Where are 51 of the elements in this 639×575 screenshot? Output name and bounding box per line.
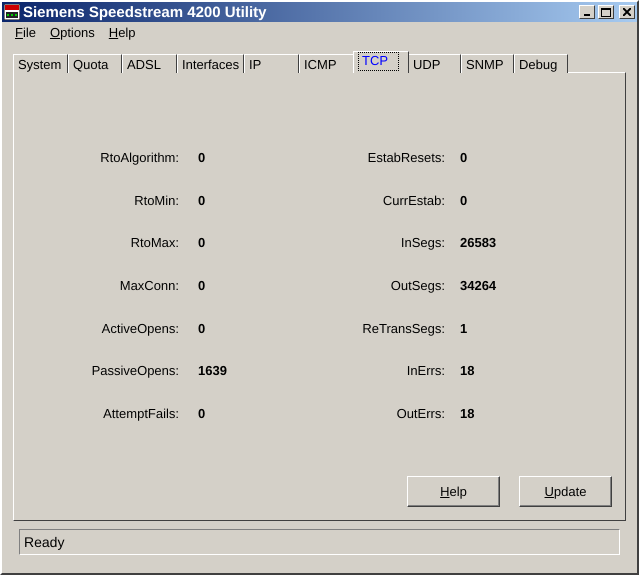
tab[interactable]: ADSL [122,54,177,73]
help-button[interactable]: Help [407,476,500,507]
maximize-icon [601,8,611,16]
status-bar: Ready [19,529,620,555]
maximize-button[interactable] [598,5,614,19]
stat-label: MaxConn: [118,278,179,293]
stat-label: PassiveOpens: [90,363,179,378]
stat-label: AttemptFails: [102,406,179,421]
tab[interactable]: TCP [353,51,409,73]
stat-label: InErrs: [406,363,445,378]
stat-value: 0 [459,150,468,165]
stat-label: EstabResets: [366,150,445,165]
menu-item[interactable]: Help [102,24,143,40]
tab[interactable]: Debug [514,54,568,73]
tab[interactable]: System [13,54,68,73]
stat-value: 0 [197,235,206,250]
close-icon [623,8,631,16]
stat-value: 18 [459,363,476,378]
stat-value: 0 [197,278,206,293]
stat-value: 18 [459,406,476,421]
stat-value: 0 [197,150,206,165]
stat-value: 0 [459,192,468,208]
stat-label: CurrEstab: [382,192,445,208]
tab[interactable]: Quota [68,54,122,73]
stat-label: ActiveOpens: [100,320,179,336]
stat-value: 1 [459,320,468,336]
tab[interactable]: SNMP [461,54,514,73]
tab[interactable]: ICMP [299,54,354,73]
tab[interactable]: UDP [408,54,461,73]
stat-label: RtoAlgorithm: [99,150,179,165]
window-title: Siemens Speedstream 4200 Utility [23,4,268,20]
app-icon [4,4,20,20]
stat-value: 0 [197,192,206,208]
minimize-button[interactable] [579,5,595,19]
update-button[interactable]: Update [519,476,612,507]
stat-value: 34264 [459,278,498,293]
menu-item[interactable]: Options [42,24,102,40]
close-button[interactable] [619,5,635,19]
stat-label: OutErrs: [396,406,445,421]
stat-label: RtoMax: [130,235,179,250]
tab[interactable]: Interfaces [177,54,244,73]
stat-label: InSegs: [400,235,445,250]
menu-item[interactable]: File [8,24,43,40]
stat-label: ReTransSegs: [361,320,445,336]
tab[interactable]: IP [244,54,299,73]
stat-value: 0 [197,320,206,336]
stat-value: 1639 [197,363,228,378]
stat-value: 26583 [459,235,498,250]
stat-label: RtoMin: [133,192,179,208]
stat-value: 0 [197,406,206,421]
stat-label: OutSegs: [390,278,445,293]
